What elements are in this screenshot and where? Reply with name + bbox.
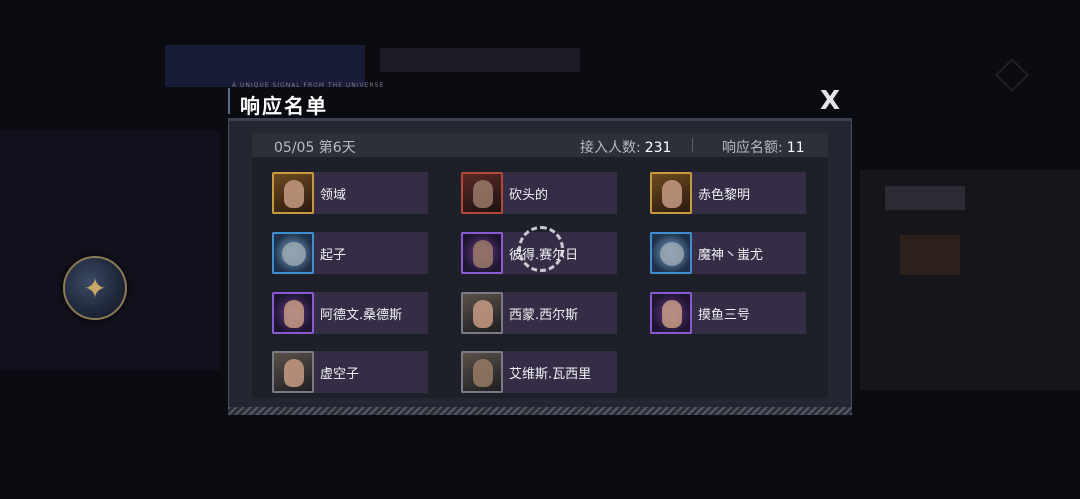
member-card[interactable]: 砍头的 — [461, 172, 617, 214]
panel-top-edge — [228, 118, 852, 121]
member-name: 艾维斯.瓦西里 — [509, 367, 592, 382]
background-left-panel — [0, 130, 220, 370]
dialog-title: 响应名单 — [240, 94, 328, 118]
member-card[interactable]: 艾维斯.瓦西里 — [461, 351, 617, 393]
title-accent-line — [228, 88, 230, 114]
member-avatar[interactable] — [461, 292, 503, 334]
member-name: 彼得.赛尔日 — [509, 248, 579, 263]
background-right-card — [885, 186, 965, 210]
member-card[interactable]: 彼得.赛尔日 — [461, 232, 617, 274]
info-divider — [692, 138, 693, 152]
participants-count: 接入人数: 231 — [580, 137, 671, 157]
member-avatar[interactable] — [272, 292, 314, 334]
quota-label: 响应名额: — [722, 140, 783, 156]
participants-label: 接入人数: — [580, 140, 641, 156]
member-name: 魔神丶蚩尤 — [698, 248, 764, 263]
quota-count: 响应名额: 11 — [722, 137, 805, 157]
dialog-tagline: A UNIQUE SIGNAL FROM THE UNIVERSE — [232, 82, 385, 89]
member-avatar[interactable] — [272, 351, 314, 393]
background-diamond-icon — [995, 58, 1029, 92]
member-card[interactable]: 起子 — [272, 232, 428, 274]
member-name: 领域 — [320, 188, 347, 203]
member-avatar[interactable] — [461, 172, 503, 214]
close-button[interactable]: X — [815, 88, 845, 114]
member-avatar[interactable] — [272, 232, 314, 274]
member-avatar[interactable] — [461, 351, 503, 393]
member-card[interactable]: 阿德文.桑德斯 — [272, 292, 428, 334]
member-card[interactable]: 西蒙.西尔斯 — [461, 292, 617, 334]
member-card[interactable]: 领域 — [272, 172, 428, 214]
member-avatar[interactable] — [461, 232, 503, 274]
phoenix-emblem-icon[interactable]: ✦ — [63, 256, 127, 320]
member-name: 虚空子 — [320, 367, 360, 382]
member-avatar[interactable] — [650, 172, 692, 214]
member-name: 赤色黎明 — [698, 188, 751, 203]
member-name: 阿德文.桑德斯 — [320, 308, 403, 323]
member-card[interactable]: 虚空子 — [272, 351, 428, 393]
member-card[interactable]: 摸鱼三号 — [650, 292, 806, 334]
background-right-thumbnail — [900, 235, 960, 275]
member-avatar[interactable] — [650, 292, 692, 334]
member-card[interactable]: 魔神丶蚩尤 — [650, 232, 806, 274]
info-bar: 05/05 第6天 接入人数: 231 响应名额: 11 — [252, 133, 828, 157]
member-name: 起子 — [320, 248, 347, 263]
quota-value: 11 — [786, 140, 805, 156]
date-day-label: 05/05 第6天 — [274, 140, 356, 156]
member-avatar[interactable] — [272, 172, 314, 214]
member-avatar[interactable] — [650, 232, 692, 274]
background-banner-text — [380, 48, 580, 72]
background-banner — [165, 45, 365, 87]
panel-bottom-stripe — [228, 407, 852, 415]
member-name: 摸鱼三号 — [698, 308, 751, 323]
close-icon[interactable]: X — [820, 86, 840, 116]
member-card[interactable]: 赤色黎明 — [650, 172, 806, 214]
participants-value: 231 — [644, 140, 672, 156]
member-name: 西蒙.西尔斯 — [509, 308, 579, 323]
member-name: 砍头的 — [509, 188, 549, 203]
